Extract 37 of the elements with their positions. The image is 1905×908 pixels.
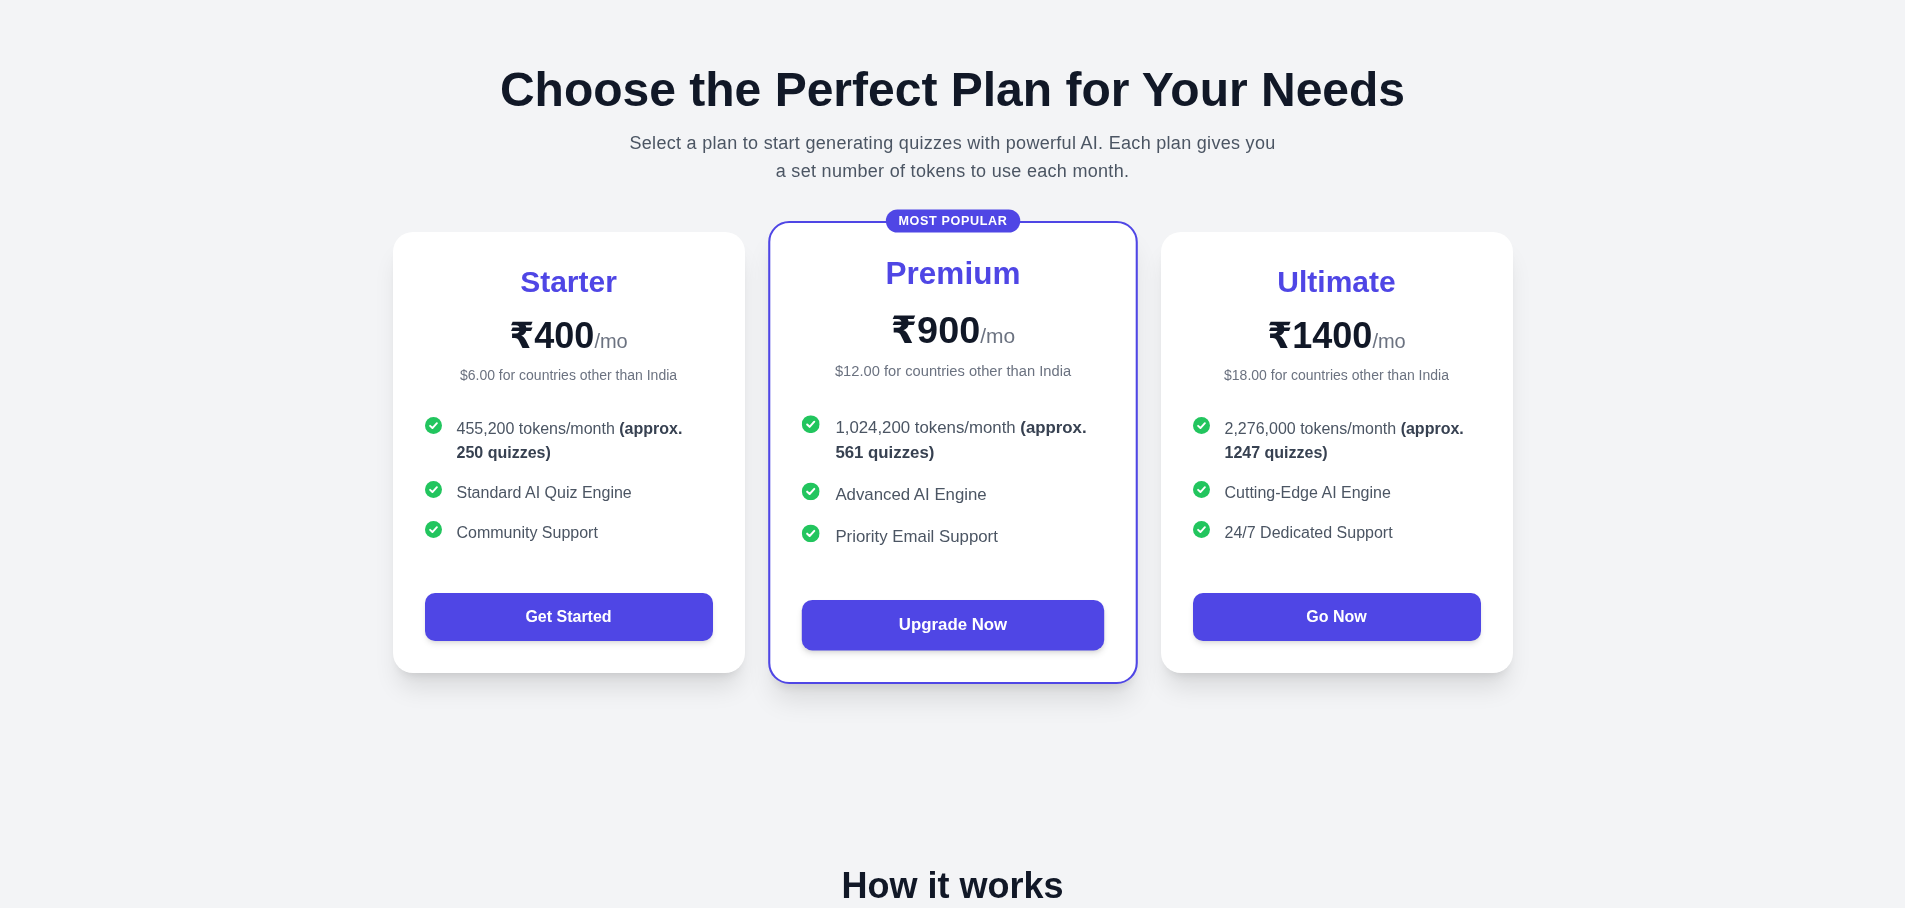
check-icon (801, 524, 820, 543)
check-icon (1192, 416, 1210, 434)
feature-text: Standard AI Quiz Engine (456, 482, 632, 503)
page-subtitle: Select a plan to start generating quizzes with powerful AI. Each plan gives you a set number of tokens to use each month. (628, 131, 1277, 183)
plan-name: Premium (885, 254, 1020, 293)
plan-button[interactable]: Go Now (1192, 592, 1481, 641)
section-title: How it works (841, 865, 1064, 906)
feature-text: Cutting-Edge AI Engine (1224, 482, 1391, 503)
alt-price-note: $12.00 for countries other than India (834, 361, 1071, 382)
plan-name: Starter (520, 263, 617, 300)
price-amount: ₹1400 (1267, 315, 1373, 356)
check-icon (1192, 480, 1210, 498)
plan-name: Ultimate (1277, 263, 1396, 300)
plan-button[interactable]: Upgrade Now (801, 599, 1104, 651)
check-icon (1192, 520, 1210, 538)
check-icon (801, 415, 820, 433)
feature-text: Advanced AI Engine (834, 484, 987, 506)
feature-text: Community Support (456, 522, 598, 543)
plan-button[interactable]: Get Started (424, 592, 713, 641)
feature-text: 1,024,200 tokens/month (approx. 561 quizzes) (834, 417, 1088, 464)
feature-text: 455,200 tokens/month (approx. 250 quizzes) (456, 418, 684, 463)
check-icon (801, 482, 820, 501)
price-period: /mo (979, 323, 1015, 349)
popular-badge: MOST POPULAR (885, 209, 1020, 233)
feature-text: 24/7 Dedicated Support (1224, 522, 1393, 543)
price-period: /mo (1372, 329, 1406, 354)
alt-price-note: $18.00 for countries other than India (1224, 365, 1449, 385)
feature-text: Priority Email Support (834, 526, 998, 548)
check-icon (424, 416, 442, 434)
price-amount: ₹400 (509, 315, 595, 356)
check-icon (424, 480, 442, 498)
feature-text: 2,276,000 tokens/month (approx. 1247 quizzes) (1224, 418, 1465, 463)
alt-price-note: $6.00 for countries other than India (459, 365, 678, 385)
price-period: /mo (594, 329, 628, 354)
price-amount: ₹900 (890, 308, 980, 351)
page-title: Choose the Perfect Plan for Your Needs (499, 64, 1406, 117)
check-icon (424, 520, 442, 538)
